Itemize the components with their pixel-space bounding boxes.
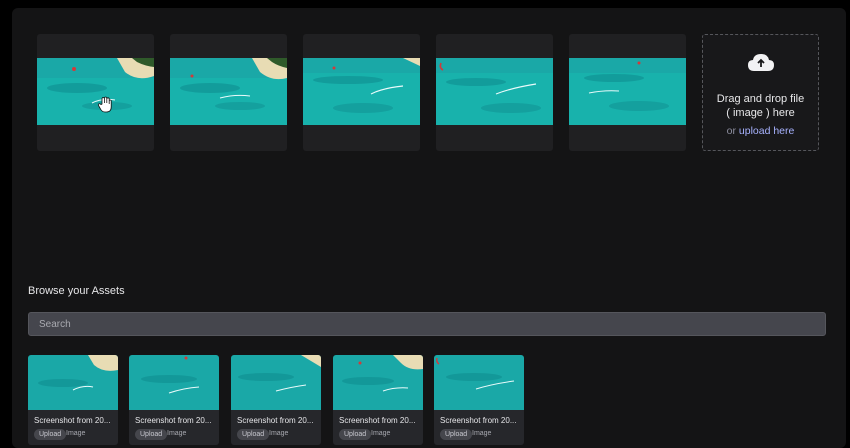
image-slot-1[interactable] (37, 34, 154, 151)
asset-type-label: Image (269, 430, 289, 437)
upload-here-link[interactable]: upload here (739, 125, 794, 137)
asset-name: Screenshot from 20... (34, 416, 111, 425)
assets-section-title: Browse your Assets (28, 285, 125, 297)
dropzone-upload-row: or upload here (703, 124, 818, 139)
asset-thumbnail (333, 355, 423, 410)
asset-source-badge: Upload (237, 429, 270, 440)
asset-source-badge: Upload (440, 429, 473, 440)
asset-card[interactable]: Screenshot from 20... Upload Image (434, 355, 524, 445)
assets-search-input[interactable] (28, 312, 826, 336)
asset-type-label: Image (167, 430, 187, 437)
upload-panel: Drag and drop file ( image ) here or upl… (12, 8, 846, 448)
asset-source-badge: Upload (339, 429, 372, 440)
asset-thumbnail (129, 355, 219, 410)
beach-thumbnail (436, 58, 553, 125)
image-slot-5[interactable] (569, 34, 686, 151)
asset-thumbnail (28, 355, 118, 410)
dropzone-or-text: or (726, 125, 736, 137)
asset-name: Screenshot from 20... (237, 416, 314, 425)
beach-thumbnail (303, 58, 420, 125)
image-slot-4[interactable] (436, 34, 553, 151)
asset-source-badge: Upload (135, 429, 168, 440)
asset-card[interactable]: Screenshot from 20... Upload Image (28, 355, 118, 445)
asset-card[interactable]: Screenshot from 20... Upload Image (129, 355, 219, 445)
image-slot-3[interactable] (303, 34, 420, 151)
asset-name: Screenshot from 20... (339, 416, 416, 425)
image-slot-2[interactable] (170, 34, 287, 151)
asset-thumbnail (434, 355, 524, 410)
asset-type-label: Image (472, 430, 492, 437)
asset-thumbnail (231, 355, 321, 410)
asset-type-label: Image (371, 430, 391, 437)
dropzone-subtext: ( image ) here (726, 107, 795, 119)
beach-thumbnail (569, 58, 686, 125)
upload-dropzone[interactable]: Drag and drop file ( image ) here or upl… (702, 34, 819, 151)
beach-thumbnail (37, 58, 154, 125)
asset-card[interactable]: Screenshot from 20... Upload Image (231, 355, 321, 445)
asset-source-badge: Upload (34, 429, 67, 440)
asset-name: Screenshot from 20... (135, 416, 212, 425)
beach-thumbnail (170, 58, 287, 125)
cloud-upload-icon (748, 54, 774, 71)
hand-cursor-icon (97, 96, 112, 113)
asset-type-label: Image (66, 430, 86, 437)
dropzone-text: Drag and drop file (716, 93, 805, 105)
asset-card[interactable]: Screenshot from 20... Upload Image (333, 355, 423, 445)
asset-name: Screenshot from 20... (440, 416, 517, 425)
